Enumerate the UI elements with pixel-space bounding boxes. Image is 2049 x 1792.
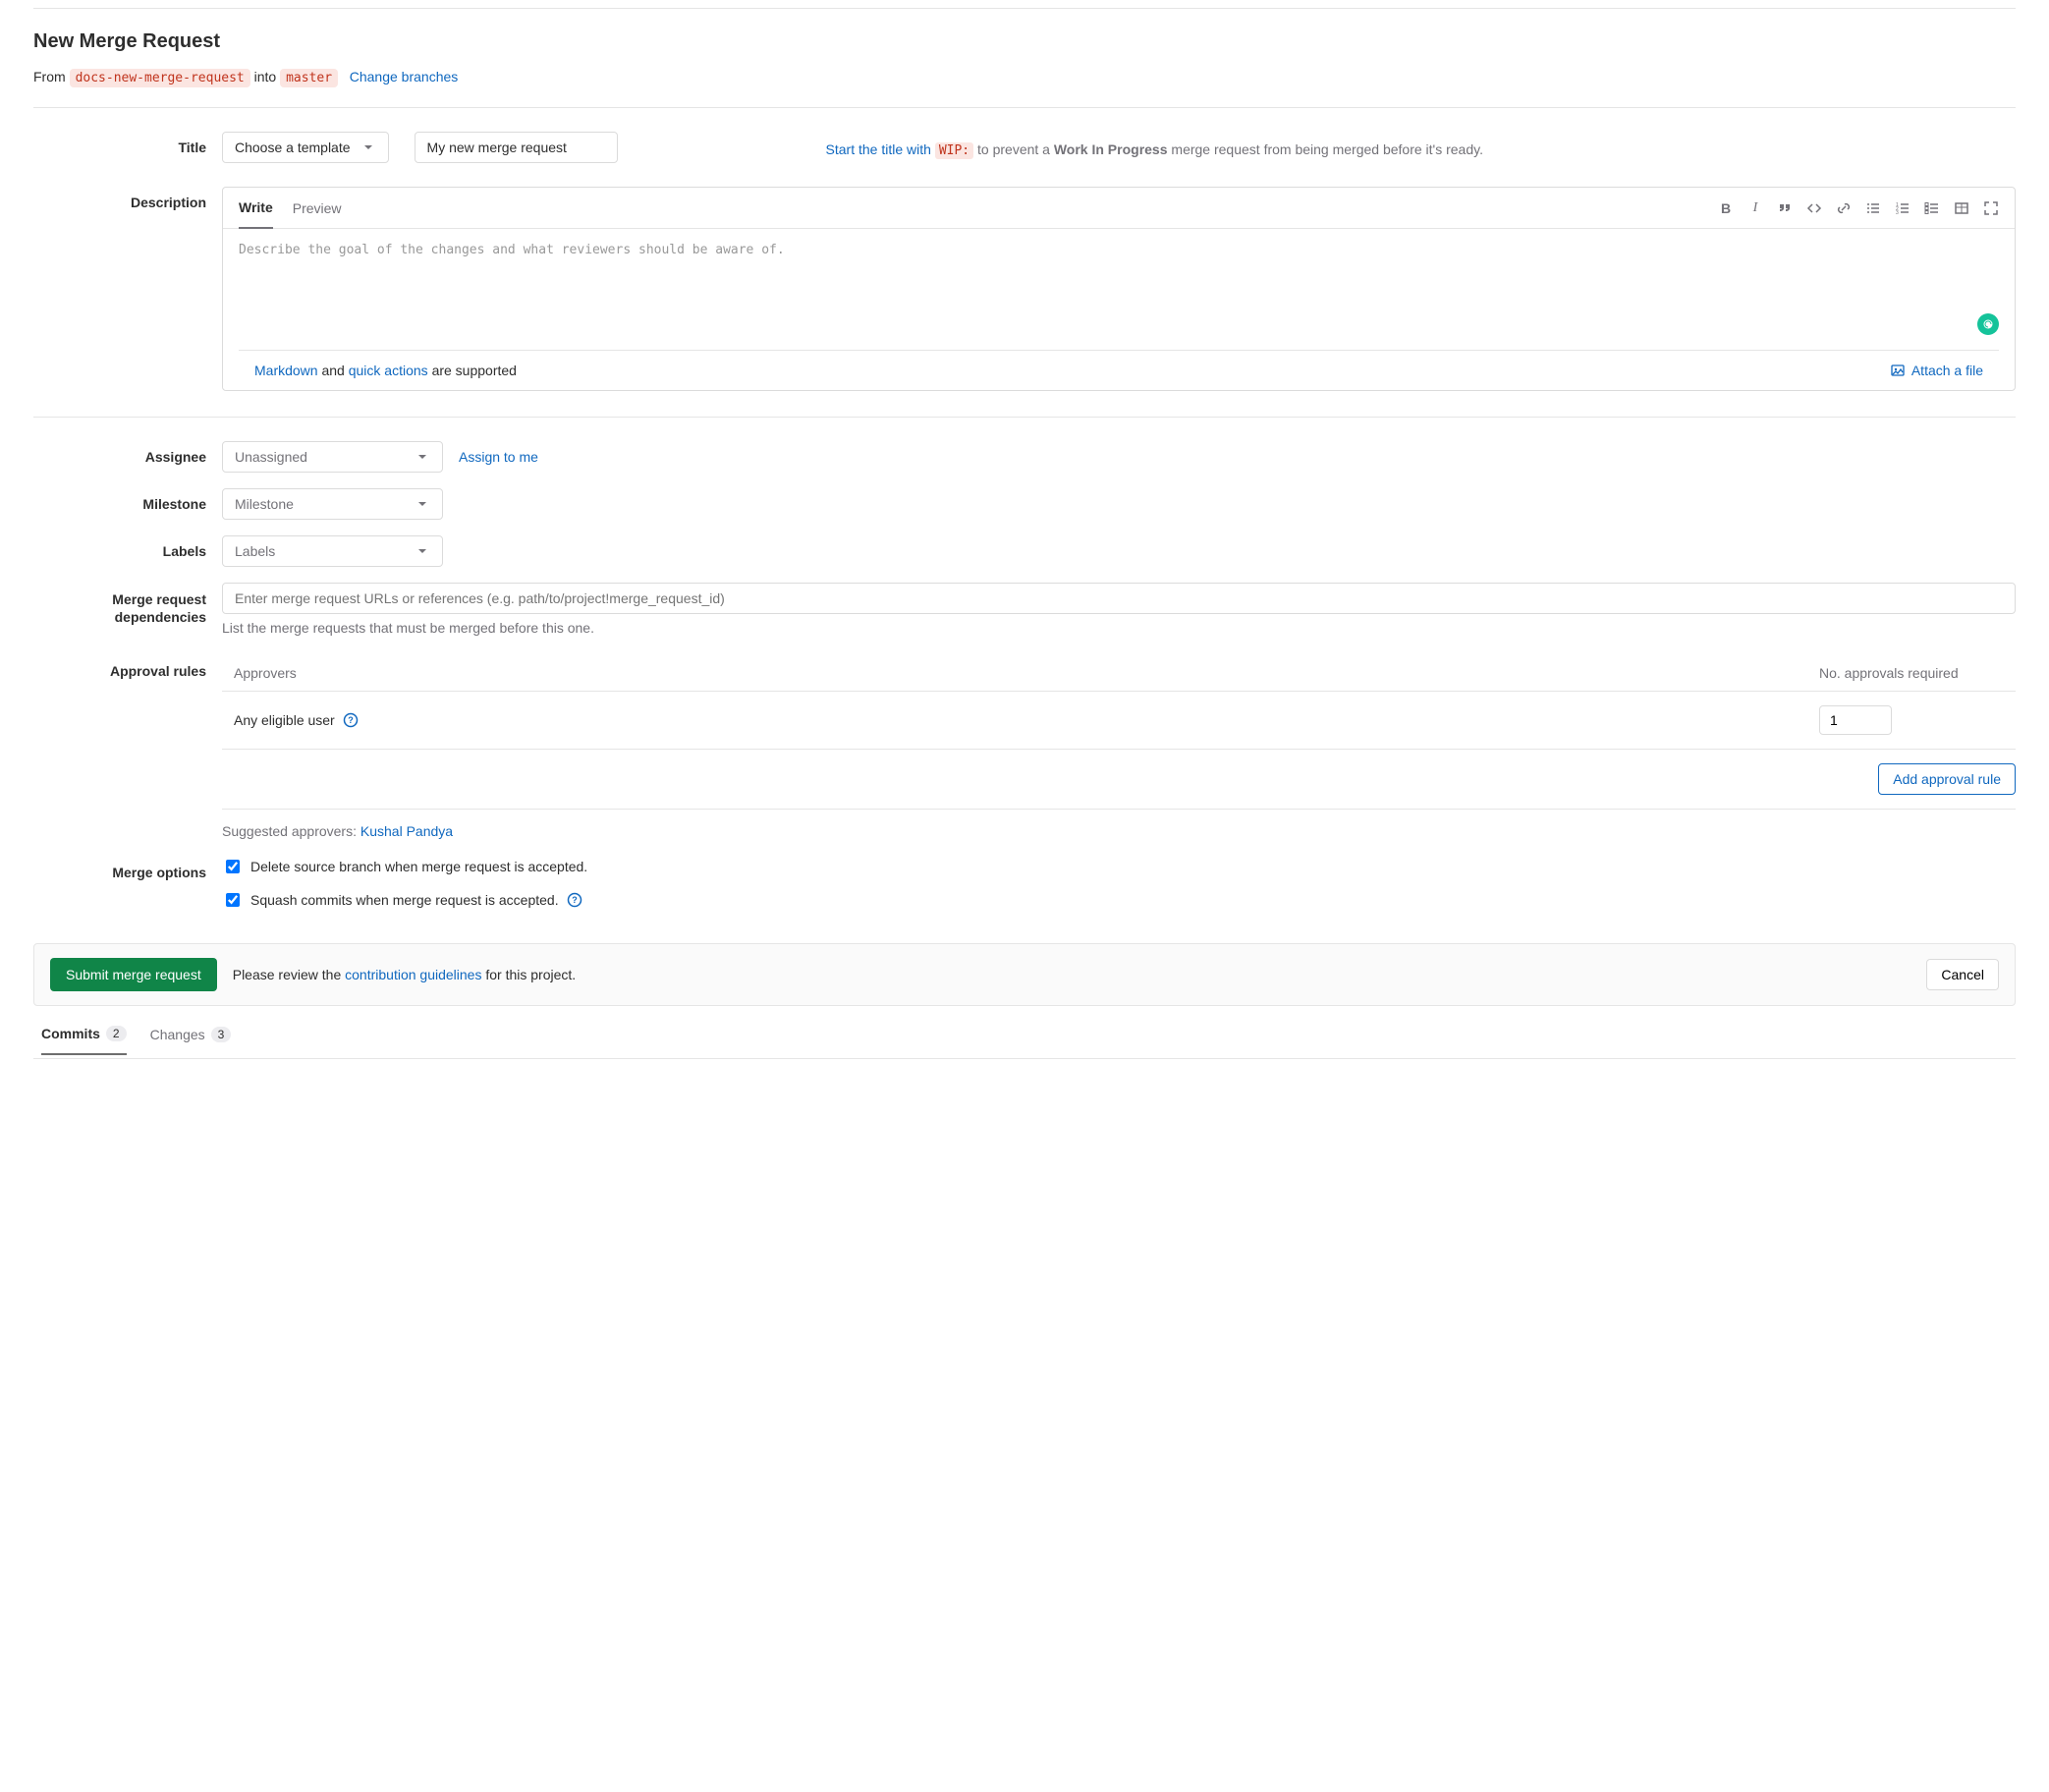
- markdown-support-text: Markdown and quick actions are supported: [254, 363, 517, 378]
- chevron-down-icon: [360, 140, 376, 155]
- milestone-dropdown[interactable]: Milestone: [222, 488, 443, 520]
- attach-file-button[interactable]: Attach a file: [1890, 363, 1983, 378]
- wip-prefix-link[interactable]: Start the title with: [826, 141, 931, 157]
- fullscreen-icon[interactable]: [1983, 200, 1999, 216]
- target-branch: master: [280, 69, 338, 87]
- squash-option[interactable]: Squash commits when merge request is acc…: [222, 890, 2016, 910]
- contribution-guidelines-link[interactable]: contribution guidelines: [345, 967, 481, 982]
- chevron-down-icon: [415, 543, 430, 559]
- description-textarea[interactable]: [223, 229, 2015, 347]
- chevron-down-icon: [415, 496, 430, 512]
- suggested-approvers: Suggested approvers: Kushal Pandya: [222, 809, 2016, 839]
- changes-tab[interactable]: Changes 3: [150, 1026, 232, 1054]
- assignee-dropdown[interactable]: Unassigned: [222, 441, 443, 473]
- assign-to-me-link[interactable]: Assign to me: [459, 449, 538, 465]
- code-icon[interactable]: [1806, 200, 1822, 216]
- quick-actions-link[interactable]: quick actions: [349, 363, 428, 378]
- cancel-button[interactable]: Cancel: [1926, 959, 1999, 990]
- merge-options-label: Merge options: [33, 857, 222, 880]
- branch-info: From docs-new-merge-request into master …: [33, 69, 2016, 85]
- delete-branch-checkbox[interactable]: [226, 860, 240, 873]
- submit-button[interactable]: Submit merge request: [50, 958, 217, 991]
- footer-text: Please review the contribution guideline…: [233, 967, 576, 982]
- bottom-tabs: Commits 2 Changes 3: [33, 1010, 2016, 1059]
- bold-icon[interactable]: B: [1718, 200, 1734, 216]
- approval-table: Approvers No. approvals required Any eli…: [222, 655, 2016, 839]
- write-tab[interactable]: Write: [239, 188, 273, 229]
- template-dropdown-text: Choose a template: [235, 140, 351, 155]
- description-label: Description: [33, 187, 222, 210]
- description-editor: Write Preview B I 123: [222, 187, 2016, 391]
- milestone-label: Milestone: [33, 488, 222, 512]
- markdown-link[interactable]: Markdown: [254, 363, 318, 378]
- help-icon[interactable]: ?: [343, 712, 359, 728]
- page-title: New Merge Request: [33, 30, 2016, 53]
- add-approval-rule-button[interactable]: Add approval rule: [1878, 763, 2016, 795]
- dependencies-input[interactable]: [222, 583, 2016, 614]
- dependencies-help: List the merge requests that must be mer…: [222, 620, 2016, 636]
- commits-tab[interactable]: Commits 2: [41, 1026, 127, 1055]
- footer-bar: Submit merge request Please review the c…: [33, 943, 2016, 1006]
- wip-code: WIP:: [935, 142, 973, 159]
- assignee-label: Assignee: [33, 441, 222, 465]
- task-list-icon[interactable]: [1924, 200, 1940, 216]
- source-branch: docs-new-merge-request: [70, 69, 250, 87]
- help-icon[interactable]: ?: [567, 892, 582, 908]
- title-label: Title: [33, 132, 222, 155]
- approvals-required-input[interactable]: [1819, 705, 1892, 735]
- approval-row: Any eligible user ?: [222, 692, 2016, 750]
- italic-icon[interactable]: I: [1747, 200, 1763, 216]
- grammarly-icon[interactable]: [1977, 313, 1999, 335]
- approval-rules-label: Approval rules: [33, 655, 222, 679]
- numbered-list-icon[interactable]: 123: [1895, 200, 1911, 216]
- bullet-list-icon[interactable]: [1865, 200, 1881, 216]
- labels-label: Labels: [33, 535, 222, 559]
- labels-dropdown[interactable]: Labels: [222, 535, 443, 567]
- delete-branch-option[interactable]: Delete source branch when merge request …: [222, 857, 2016, 876]
- approvals-required-header: No. approvals required: [1819, 665, 2016, 681]
- title-input[interactable]: [415, 132, 618, 163]
- any-eligible-user-text: Any eligible user: [234, 712, 335, 728]
- svg-text:?: ?: [348, 715, 354, 725]
- dependencies-label: Merge request dependencies: [33, 583, 222, 626]
- svg-text:?: ?: [572, 895, 578, 905]
- link-icon[interactable]: [1836, 200, 1852, 216]
- changes-count-badge: 3: [211, 1027, 232, 1042]
- suggested-approver-link[interactable]: Kushal Pandya: [360, 823, 453, 839]
- commits-count-badge: 2: [106, 1026, 127, 1041]
- chevron-down-icon: [415, 449, 430, 465]
- change-branches-link[interactable]: Change branches: [350, 69, 459, 84]
- preview-tab[interactable]: Preview: [293, 189, 342, 228]
- from-label: From: [33, 69, 66, 84]
- into-label: into: [254, 69, 277, 84]
- squash-checkbox[interactable]: [226, 893, 240, 907]
- svg-text:3: 3: [1896, 210, 1899, 216]
- template-dropdown[interactable]: Choose a template: [222, 132, 389, 163]
- quote-icon[interactable]: [1777, 200, 1793, 216]
- approvers-header: Approvers: [222, 665, 1819, 681]
- table-icon[interactable]: [1954, 200, 1969, 216]
